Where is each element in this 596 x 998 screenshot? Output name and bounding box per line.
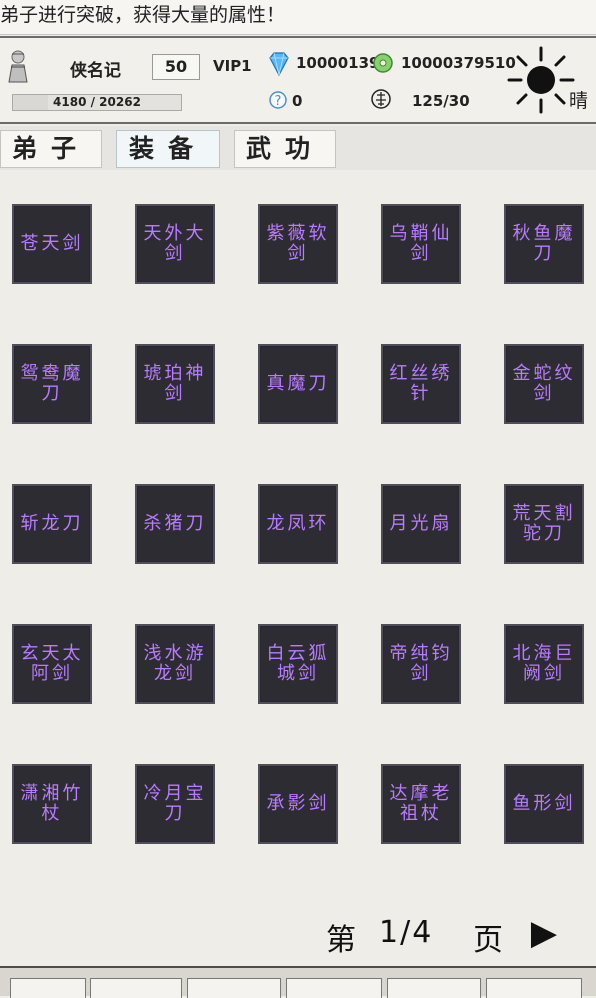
svg-text:?: ? [275, 94, 282, 109]
equipment-name: 真魔刀 [266, 373, 330, 394]
equipment-panel: 苍天剑 天外大剑 紫薇软剑 乌鞘仙剑 秋鱼魔刀鸳鸯魔刀 琥珀神剑 真魔刀 红丝绣针 金蛇纹剑斩龙… [0, 170, 596, 966]
equipment-slot[interactable]: 杀猪刀 [135, 484, 215, 564]
equipment-slot[interactable]: 玄天太阿剑 [12, 624, 92, 704]
equipment-name: 龙凤环 [266, 513, 330, 534]
equipment-name: 紫薇软剑 [266, 223, 330, 264]
equipment-slot[interactable]: 苍天剑 [12, 204, 92, 284]
equipment-name: 秋鱼魔刀 [512, 223, 576, 264]
equipment-name: 承影剑 [266, 793, 330, 814]
bottom-nav-tab[interactable] [187, 978, 281, 998]
question-mark-icon: ? [269, 91, 287, 109]
equipment-slot[interactable]: 紫薇软剑 [258, 204, 338, 284]
equipment-slot[interactable]: 鱼形剑 [504, 764, 584, 844]
equipment-slot[interactable]: 秋鱼魔刀 [504, 204, 584, 284]
tab-equipment[interactable]: 装备 [116, 130, 220, 168]
equipment-slot[interactable]: 红丝绣针 [381, 344, 461, 424]
equipment-slot[interactable]: 冷月宝刀 [135, 764, 215, 844]
vip-badge: VIP1 [213, 57, 252, 75]
equipment-name: 鱼形剑 [512, 793, 576, 814]
equipment-name: 斩龙刀 [20, 513, 84, 534]
equipment-name: 乌鞘仙剑 [389, 223, 453, 264]
equipment-name: 苍天剑 [20, 233, 84, 254]
notice-text: 弟子进行突破，获得大量的属性！ [0, 4, 286, 26]
avatar-icon[interactable] [4, 48, 32, 84]
equipment-name: 金蛇纹剑 [512, 363, 576, 404]
equipment-name: 天外大剑 [143, 223, 207, 264]
equipment-name: 北海巨阙剑 [512, 643, 576, 684]
question-count: 0 [292, 92, 303, 110]
tab-bar: 弟子 装备 武功 [0, 126, 596, 170]
equipment-name: 玄天太阿剑 [20, 643, 84, 684]
stamina-count: 125/30 [412, 92, 470, 110]
equipment-slot[interactable]: 天外大剑 [135, 204, 215, 284]
equipment-name: 帝纯钧剑 [389, 643, 453, 684]
equipment-slot[interactable]: 金蛇纹剑 [504, 344, 584, 424]
bottom-nav-bar [0, 966, 596, 998]
equipment-slot[interactable]: 北海巨阙剑 [504, 624, 584, 704]
bottom-nav-tab[interactable] [90, 978, 182, 998]
equipment-slot[interactable]: 斩龙刀 [12, 484, 92, 564]
bottom-nav-tab[interactable] [387, 978, 481, 998]
equipment-name: 达摩老祖杖 [389, 783, 453, 824]
level-badge: 50 [152, 54, 200, 80]
equipment-slot[interactable]: 达摩老祖杖 [381, 764, 461, 844]
stamina-icon [371, 89, 391, 109]
page-prefix: 第 [326, 923, 356, 958]
pagination: 第 1/4 页 ▶ [0, 905, 596, 961]
equipment-slot[interactable]: 承影剑 [258, 764, 338, 844]
notice-bar: 弟子进行突破，获得大量的属性！ [0, 0, 596, 35]
equipment-name: 冷月宝刀 [143, 783, 207, 824]
bottom-nav-tab[interactable] [486, 978, 582, 998]
equipment-slot[interactable]: 月光扇 [381, 484, 461, 564]
equipment-name: 琥珀神剑 [143, 363, 207, 404]
equipment-name: 杀猪刀 [143, 513, 207, 534]
equipment-name: 潇湘竹杖 [20, 783, 84, 824]
sun-icon [507, 46, 575, 114]
equipment-name: 鸳鸯魔刀 [20, 363, 84, 404]
equipment-slot[interactable]: 乌鞘仙剑 [381, 204, 461, 284]
equipment-slot[interactable]: 鸳鸯魔刀 [12, 344, 92, 424]
equipment-slot[interactable]: 白云狐城剑 [258, 624, 338, 704]
exp-progress-text: 4180 / 20262 [53, 95, 141, 109]
equipment-slot[interactable]: 琥珀神剑 [135, 344, 215, 424]
equipment-name: 荒天割驼刀 [512, 503, 576, 544]
equipment-slot[interactable]: 帝纯钧剑 [381, 624, 461, 704]
equipment-slot[interactable]: 真魔刀 [258, 344, 338, 424]
equipment-slot[interactable]: 龙凤环 [258, 484, 338, 564]
bottom-nav-tab[interactable] [286, 978, 382, 998]
weather-label: 晴 [569, 90, 589, 112]
equipment-name: 月光扇 [389, 513, 453, 534]
next-page-button[interactable]: ▶ [530, 913, 558, 955]
exp-progress-bar: 4180 / 20262 [12, 94, 182, 111]
tab-disciples[interactable]: 弟子 [0, 130, 102, 168]
player-name: 侠名记 [70, 61, 121, 81]
equipment-slot[interactable]: 荒天割驼刀 [504, 484, 584, 564]
bottom-nav-tab[interactable] [10, 978, 86, 998]
page-indicator: 1/4 [379, 915, 434, 950]
gem-icon [269, 52, 289, 76]
equipment-name: 红丝绣针 [389, 363, 453, 404]
page-suffix: 页 [473, 923, 503, 958]
tab-martial-arts[interactable]: 武功 [234, 130, 336, 168]
jade-coin-icon [373, 53, 393, 73]
player-status-panel: 侠名记 50 VIP1 4180 / 20262 100001395 10000… [0, 36, 596, 124]
coin-count: 10000379510 [401, 54, 516, 72]
equipment-slot[interactable]: 潇湘竹杖 [12, 764, 92, 844]
equipment-slot[interactable]: 浅水游龙剑 [135, 624, 215, 704]
equipment-name: 白云狐城剑 [266, 643, 330, 684]
equipment-name: 浅水游龙剑 [143, 643, 207, 684]
